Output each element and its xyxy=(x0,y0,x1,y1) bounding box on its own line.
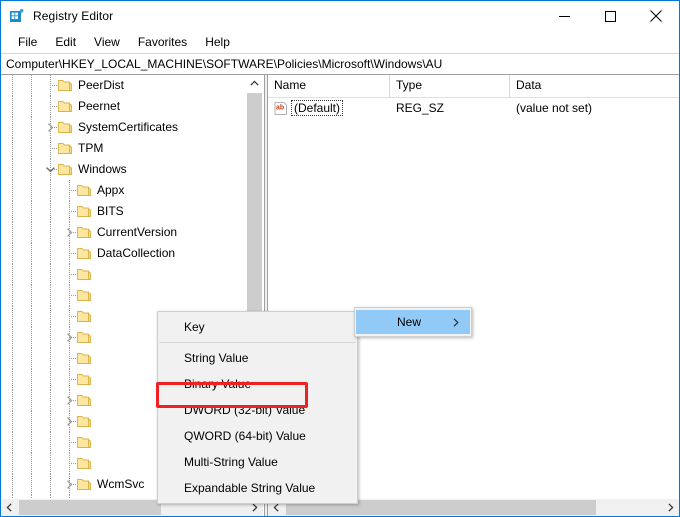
context-menu-item[interactable]: Multi-String Value xyxy=(158,449,357,475)
context-menu-item[interactable]: Binary Value xyxy=(158,371,357,397)
folder-icon xyxy=(77,352,92,365)
content-panes: PeerDist Peernet SystemCertificates TPM Wind… xyxy=(1,75,679,516)
chevron-right-icon[interactable] xyxy=(64,332,75,343)
folder-icon xyxy=(77,415,92,428)
maximize-button[interactable] xyxy=(587,1,633,31)
tree-item-label: CurrentVersion xyxy=(97,225,178,239)
close-button[interactable] xyxy=(633,1,679,31)
table-row[interactable]: ab (Default) REG_SZ (value not set) xyxy=(268,98,679,118)
minimize-button[interactable] xyxy=(541,1,587,31)
tree-item-label: BITS xyxy=(97,204,124,218)
context-menu-item-label: Key xyxy=(184,320,205,334)
chevron-right-icon xyxy=(453,316,459,330)
menu-file[interactable]: File xyxy=(9,33,46,51)
tree-item[interactable]: BITS xyxy=(1,201,246,222)
new-submenu[interactable]: New xyxy=(354,307,472,337)
column-header-name[interactable]: Name xyxy=(268,75,390,97)
folder-icon xyxy=(77,205,92,218)
submenu-item-label: New xyxy=(397,315,422,329)
address-bar[interactable]: Computer\HKEY_LOCAL_MACHINE\SOFTWARE\Pol… xyxy=(1,53,679,75)
column-header-data[interactable]: Data xyxy=(510,75,676,97)
list-hscroll-right-button[interactable] xyxy=(662,499,679,516)
context-menu[interactable]: Key String Value Binary Value DWORD (32-bit… xyxy=(157,311,358,504)
tree-item-label: Peernet xyxy=(78,99,121,113)
folder-icon xyxy=(77,436,92,449)
registry-icon xyxy=(9,8,25,24)
chevron-right-icon[interactable] xyxy=(64,479,75,490)
hscroll-left-button[interactable] xyxy=(1,499,18,516)
folder-icon xyxy=(77,310,92,323)
value-type-cell: REG_SZ xyxy=(396,101,445,115)
chevron-right-icon[interactable] xyxy=(64,416,75,427)
tree-item-label: SystemCertificates xyxy=(78,120,179,134)
folder-icon xyxy=(77,247,92,260)
tree-item[interactable]: TPM xyxy=(1,138,246,159)
folder-icon xyxy=(77,331,92,344)
string-value-icon: ab xyxy=(274,101,288,115)
folder-icon xyxy=(77,226,92,239)
context-menu-item-label: Binary Value xyxy=(184,377,252,391)
tree-hscroll-thumb[interactable] xyxy=(19,500,161,515)
folder-icon xyxy=(77,373,92,386)
tree-item-label: DataCollection xyxy=(97,246,176,260)
tree-item[interactable] xyxy=(1,264,246,285)
value-name: (Default) xyxy=(291,100,344,116)
menu-view[interactable]: View xyxy=(85,33,129,51)
context-menu-item[interactable]: Key xyxy=(158,314,357,340)
context-menu-item[interactable]: QWORD (64-bit) Value xyxy=(158,423,357,449)
scroll-up-button[interactable] xyxy=(246,75,263,92)
context-menu-item-label: Multi-String Value xyxy=(184,455,278,469)
context-menu-item-label: String Value xyxy=(184,351,249,365)
svg-text:ab: ab xyxy=(276,104,284,111)
chevron-right-icon[interactable] xyxy=(64,395,75,406)
context-menu-item[interactable]: DWORD (32-bit) Value xyxy=(158,397,357,423)
tree-item-label: Appx xyxy=(97,183,125,197)
menu-help[interactable]: Help xyxy=(196,33,239,51)
folder-icon xyxy=(58,100,73,113)
menu-bar: File Edit View Favorites Help xyxy=(1,31,679,53)
context-menu-item[interactable]: Expandable String Value xyxy=(158,475,357,501)
tree-item[interactable]: CurrentVersion xyxy=(1,222,246,243)
chevron-right-icon[interactable] xyxy=(45,122,56,133)
folder-icon xyxy=(77,268,92,281)
column-header-type[interactable]: Type xyxy=(390,75,510,97)
list-column-headers: Name Type Data xyxy=(268,75,679,98)
chevron-down-icon[interactable] xyxy=(45,164,56,175)
registry-editor-window: Registry Editor File Edit View Favorites… xyxy=(0,0,680,517)
window-title: Registry Editor xyxy=(33,9,114,23)
tree-item[interactable]: DataCollection xyxy=(1,243,246,264)
context-menu-item-label: Expandable String Value xyxy=(184,481,316,495)
folder-icon xyxy=(58,121,73,134)
folder-icon xyxy=(58,79,73,92)
tree-item[interactable]: Windows xyxy=(1,159,246,180)
context-menu-item-label: DWORD (32-bit) Value xyxy=(184,403,306,417)
folder-icon xyxy=(58,142,73,155)
context-menu-item-label: QWORD (64-bit) Value xyxy=(184,429,306,443)
folder-icon xyxy=(77,457,92,470)
menu-favorites[interactable]: Favorites xyxy=(129,33,196,51)
tree-item-label: PeerDist xyxy=(78,78,125,92)
tree-item[interactable]: Peernet xyxy=(1,96,246,117)
folder-icon xyxy=(77,478,92,491)
folder-icon xyxy=(77,394,92,407)
chevron-right-icon[interactable] xyxy=(64,227,75,238)
value-data-cell: (value not set) xyxy=(516,101,593,115)
context-menu-separator xyxy=(159,342,356,343)
window-controls xyxy=(541,1,679,31)
tree-item-label: Windows xyxy=(78,162,127,176)
folder-icon xyxy=(58,163,73,176)
submenu-item-new[interactable]: New xyxy=(356,310,470,334)
tree-item[interactable]: PeerDist xyxy=(1,75,246,96)
tree-item-label: TPM xyxy=(78,141,104,155)
folder-icon xyxy=(77,184,92,197)
tree-item-label: WcmSvc xyxy=(97,477,145,491)
folder-icon xyxy=(77,289,92,302)
tree-item[interactable]: SystemCertificates xyxy=(1,117,246,138)
title-bar: Registry Editor xyxy=(1,1,679,31)
tree-item[interactable]: Appx xyxy=(1,180,246,201)
tree-item[interactable] xyxy=(1,285,246,306)
value-name-cell[interactable]: ab (Default) xyxy=(268,100,390,116)
menu-edit[interactable]: Edit xyxy=(46,33,85,51)
context-menu-item[interactable]: String Value xyxy=(158,345,357,371)
